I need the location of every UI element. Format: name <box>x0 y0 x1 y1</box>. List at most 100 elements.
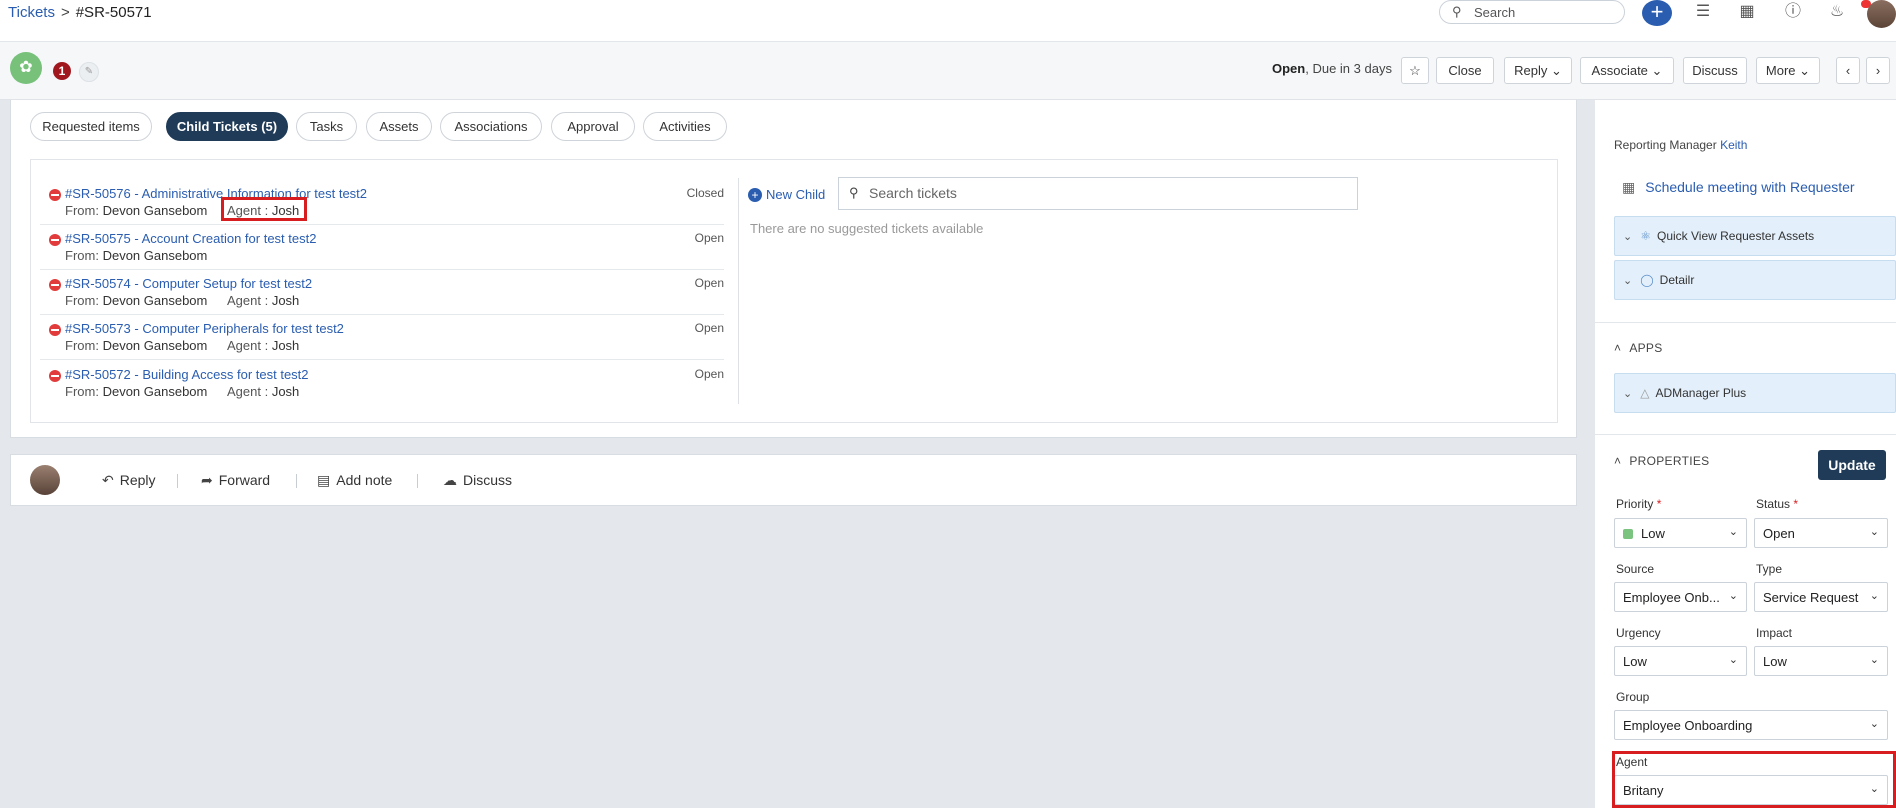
search-tickets-placeholder: Search tickets <box>869 185 957 201</box>
child-ticket-title-link[interactable]: #SR-50572 - Building Access for test tes… <box>65 367 309 382</box>
user-avatar[interactable] <box>1867 0 1896 28</box>
discuss-button[interactable]: Discuss <box>1683 57 1747 84</box>
agent-label: Agent : <box>227 384 269 399</box>
more-dropdown-button[interactable]: More ⌄ <box>1756 57 1820 84</box>
priority-label: Priority * <box>1616 497 1661 511</box>
child-ticket-row[interactable]: #SR-50575 - Account Creation for test te… <box>40 225 724 270</box>
child-ticket-row[interactable]: #SR-50576 - Administrative Information f… <box>40 180 724 225</box>
edit-pencil-icon[interactable]: ✎ <box>79 62 99 82</box>
new-child-link[interactable]: + New Child <box>748 187 825 202</box>
top-bar: Tickets > #SR-50571 ⚲ Search + ☰ ▦ ⓘ ♨ <box>0 0 1896 42</box>
source-select[interactable]: Employee Onb... ⌄ <box>1614 582 1747 612</box>
reporting-manager-link[interactable]: Keith <box>1720 138 1747 152</box>
reply-button-label: Reply <box>1514 63 1548 78</box>
chevron-up-icon: ˄ <box>1614 454 1622 468</box>
source-value: Employee Onb... <box>1623 590 1720 605</box>
child-ticket-agent: Agent : Josh <box>227 384 299 399</box>
tab-associations[interactable]: Associations <box>440 112 542 141</box>
forward-arrow-icon: ➦ <box>201 472 213 488</box>
search-tickets-input[interactable]: ⚲ Search tickets <box>838 177 1358 210</box>
next-ticket-icon[interactable]: › <box>1866 57 1890 84</box>
status-value: Open <box>1763 526 1795 541</box>
ticket-status-logo-icon: ✿ <box>10 52 42 84</box>
child-ticket-title-link[interactable]: #SR-50576 - Administrative Information f… <box>65 186 367 201</box>
update-button[interactable]: Update <box>1818 450 1886 480</box>
add-note-action-label: Add note <box>336 472 393 488</box>
required-mark: * <box>1793 497 1799 511</box>
ticket-due-status: Open, Due in 3 days <box>1272 61 1392 76</box>
status-select[interactable]: Open ⌄ <box>1754 518 1888 548</box>
chevron-up-icon: ˄ <box>1614 341 1622 355</box>
notification-bell-icon[interactable]: ♨ <box>1825 1 1849 25</box>
forward-action-label: Forward <box>218 472 271 488</box>
group-select[interactable]: Employee Onboarding ⌄ <box>1614 710 1888 740</box>
required-mark: * <box>1656 497 1662 511</box>
detailr-card[interactable]: ⌄ ◯ Detailr <box>1614 260 1896 300</box>
discuss-action[interactable]: ☁ Discuss <box>443 472 512 489</box>
tab-tasks[interactable]: Tasks <box>296 112 357 141</box>
highlight-box <box>1612 751 1896 808</box>
child-ticket-row[interactable]: #SR-50573 - Computer Peripherals for tes… <box>40 315 724 360</box>
urgency-label: Urgency <box>1616 626 1661 640</box>
separator <box>417 474 418 488</box>
child-ticket-row[interactable]: #SR-50572 - Building Access for test tes… <box>40 361 724 406</box>
tab-activities[interactable]: Activities <box>643 112 727 141</box>
associate-dropdown-button[interactable]: Associate ⌄ <box>1580 57 1674 84</box>
from-label: From: <box>65 384 99 399</box>
reply-action[interactable]: ↶ Reply <box>102 472 156 489</box>
tab-requested-items[interactable]: Requested items <box>30 112 152 141</box>
from-label: From: <box>65 338 99 353</box>
tab-child-tickets[interactable]: Child Tickets (5) <box>166 112 288 141</box>
tab-assets[interactable]: Assets <box>366 112 432 141</box>
add-note-action[interactable]: ▤ Add note <box>317 472 392 489</box>
add-new-button[interactable]: + <box>1642 0 1672 26</box>
breadcrumb: Tickets > #SR-50571 <box>8 4 152 21</box>
breadcrumb-tickets-link[interactable]: Tickets <box>8 4 55 21</box>
urgency-select[interactable]: Low ⌄ <box>1614 646 1747 676</box>
chevron-down-icon: ⌄ <box>1869 718 1879 730</box>
assets-icon: ⚛ <box>1640 229 1651 243</box>
star-icon[interactable]: ☆ <box>1401 57 1429 84</box>
chevron-down-icon: ⌄ <box>1728 590 1738 602</box>
global-search-input[interactable]: ⚲ Search <box>1439 0 1625 24</box>
quick-view-assets-card[interactable]: ⌄ ⚛ Quick View Requester Assets <box>1614 216 1896 256</box>
previous-ticket-icon[interactable]: ‹ <box>1836 57 1860 84</box>
reply-dropdown-button[interactable]: Reply ⌄ <box>1504 57 1572 84</box>
help-icon[interactable]: ⓘ <box>1781 1 1805 25</box>
priority-label-text: Priority <box>1616 497 1654 511</box>
impact-value: Low <box>1763 654 1787 669</box>
calendar-icon: ▦ <box>1622 179 1636 195</box>
forward-action[interactable]: ➦ Forward <box>201 472 270 489</box>
priority-select[interactable]: Low ⌄ <box>1614 518 1747 548</box>
agent-value: Josh <box>271 338 300 353</box>
child-ticket-row[interactable]: #SR-50574 - Computer Setup for test test… <box>40 270 724 315</box>
type-select[interactable]: Service Request ⌄ <box>1754 582 1888 612</box>
properties-section-header[interactable]: ˄ PROPERTIES <box>1614 454 1709 468</box>
admanager-card[interactable]: ⌄ △ ADManager Plus <box>1614 373 1896 413</box>
chevron-down-icon: ⌄ <box>1623 388 1633 400</box>
chevron-down-icon: ⌄ <box>1623 231 1633 243</box>
schedule-meeting-link[interactable]: ▦ Schedule meeting with Requester <box>1622 179 1855 196</box>
child-ticket-status: Closed <box>686 186 724 200</box>
priority-value: Low <box>1641 526 1665 541</box>
chevron-down-icon: ⌄ <box>1728 526 1738 538</box>
child-ticket-title-link[interactable]: #SR-50574 - Computer Setup for test test… <box>65 276 312 291</box>
task-list-icon[interactable]: ☰ <box>1691 1 1715 25</box>
child-ticket-title-link[interactable]: #SR-50575 - Account Creation for test te… <box>65 231 316 246</box>
chevron-down-icon: ⌄ <box>1869 654 1879 666</box>
tab-approval[interactable]: Approval <box>551 112 635 141</box>
from-value: Devon Gansebom <box>102 293 208 308</box>
type-value: Service Request <box>1763 590 1859 605</box>
close-button[interactable]: Close <box>1436 57 1494 84</box>
panel-divider <box>738 178 739 404</box>
calendar-icon[interactable]: ▦ <box>1735 1 1759 25</box>
child-ticket-title-link[interactable]: #SR-50573 - Computer Peripherals for tes… <box>65 321 344 336</box>
associate-button-label: Associate <box>1591 63 1648 78</box>
reply-action-label: Reply <box>119 472 156 488</box>
chevron-down-icon: ⌄ <box>1550 63 1562 78</box>
apps-section-header[interactable]: ˄ APPS <box>1614 341 1663 355</box>
schedule-meeting-label: Schedule meeting with Requester <box>1645 179 1855 195</box>
impact-select[interactable]: Low ⌄ <box>1754 646 1888 676</box>
global-search-placeholder: Search <box>1474 5 1516 20</box>
detailr-label: Detailr <box>1659 273 1695 287</box>
